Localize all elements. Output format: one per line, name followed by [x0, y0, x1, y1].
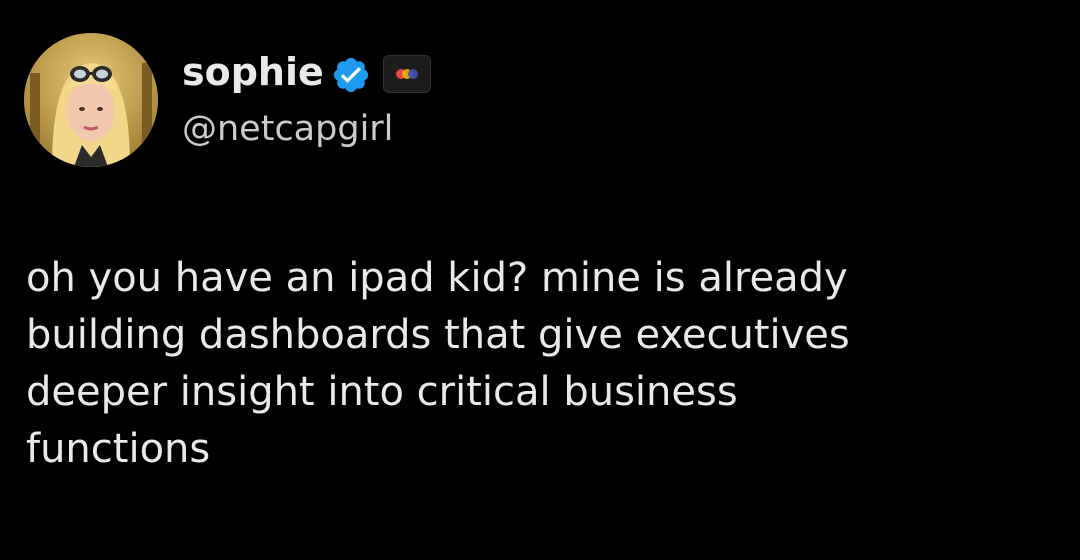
affiliate-badge-icon[interactable]	[383, 55, 431, 93]
tweet-card: sophie @netcapgirl oh you have an ipad k…	[0, 0, 1080, 560]
profile-photo-icon	[24, 33, 158, 167]
tweet-text-line: oh you have an ipad kid? mine is already	[26, 255, 848, 301]
author-avatar[interactable]	[24, 33, 158, 167]
tweet-text: oh you have an ipad kid? mine is already…	[26, 250, 1056, 478]
verified-badge-icon	[331, 55, 371, 95]
tweet-text-line: deeper insight into critical business	[26, 369, 738, 415]
author-handle[interactable]: @netcapgirl	[182, 105, 393, 153]
tweet-text-line: building dashboards that give executives	[26, 312, 850, 358]
author-display-name[interactable]: sophie	[182, 46, 324, 98]
tweet-text-line: functions	[26, 426, 211, 472]
